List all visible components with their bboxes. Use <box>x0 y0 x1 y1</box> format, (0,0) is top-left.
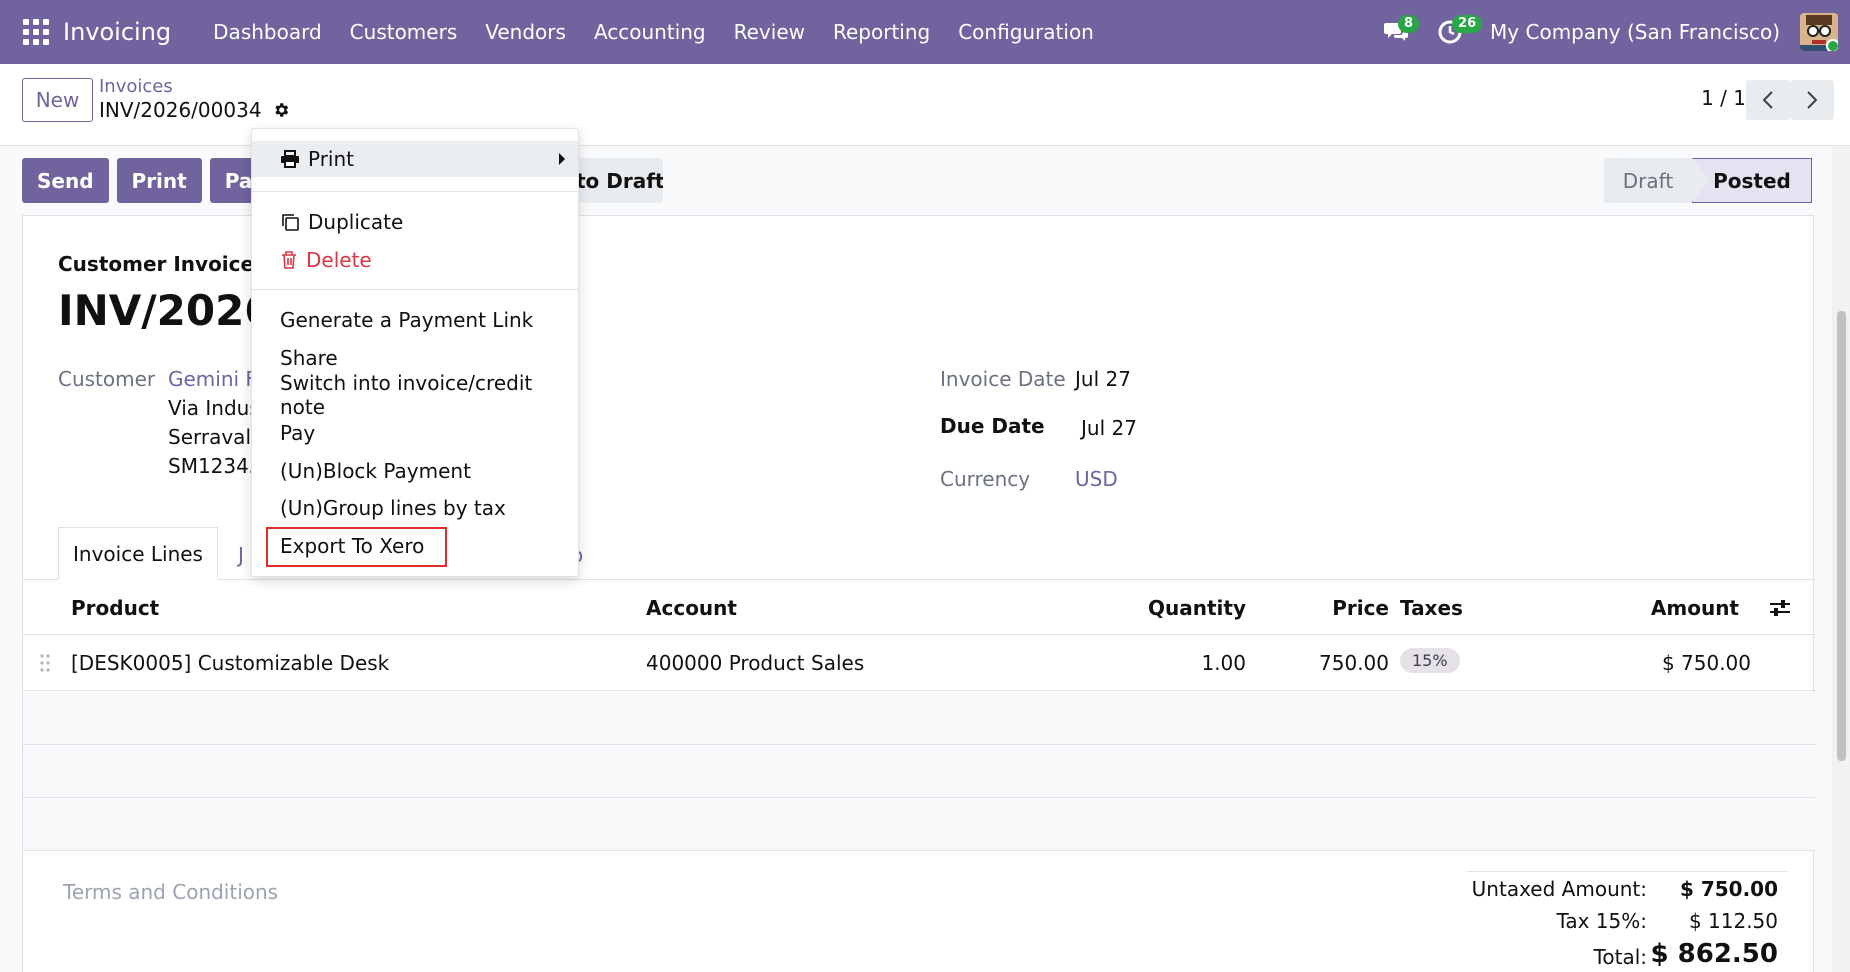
main-menu: Dashboard Customers Vendors Accounting R… <box>199 20 1108 44</box>
column-quantity[interactable]: Quantity <box>1148 596 1246 620</box>
line-quantity[interactable]: 1.00 <box>1201 651 1246 675</box>
page-scrollbar[interactable] <box>1832 146 1850 972</box>
table-row[interactable]: [DESK0005] Customizable Desk 400000 Prod… <box>23 636 1815 691</box>
lines-table-header: Product Account Quantity Price Taxes Amo… <box>23 580 1815 635</box>
online-status-icon <box>1826 39 1838 51</box>
menu-item-group-lines[interactable]: (Un)Group lines by tax <box>252 491 578 525</box>
empty-row[interactable] <box>23 745 1815 798</box>
messages-count-badge: 8 <box>1398 15 1420 33</box>
total-value: $ 862.50 <box>1650 939 1778 969</box>
line-account[interactable]: 400000 Product Sales <box>646 651 864 675</box>
status-draft[interactable]: Draft <box>1604 158 1692 203</box>
export-xero-highlight-box <box>266 527 447 567</box>
send-button[interactable]: Send <box>22 158 109 203</box>
due-date-value[interactable]: Jul 27 <box>1081 416 1137 440</box>
optional-columns-icon[interactable] <box>1769 598 1791 618</box>
total-label: Total: <box>1593 945 1647 969</box>
new-button[interactable]: New <box>22 78 93 122</box>
customer-address-line3: SM12345 <box>168 454 262 478</box>
activities-count-badge: 26 <box>1452 15 1483 33</box>
chevron-left-icon <box>1762 91 1773 109</box>
menu-item-payment-link[interactable]: Generate a Payment Link <box>252 303 578 337</box>
totals-divider <box>1467 871 1787 872</box>
column-product[interactable]: Product <box>71 596 159 620</box>
pager-next-button[interactable] <box>1790 80 1834 120</box>
pager-value: 1 / 1 <box>1701 86 1746 110</box>
chevron-right-icon <box>1807 91 1818 109</box>
record-name: INV/2026/00034 <box>99 98 262 122</box>
trash-icon <box>280 250 298 270</box>
gear-actions-dropdown: Print Duplicate Delete Generate a Paymen… <box>251 128 579 577</box>
menu-item-delete[interactable]: Delete <box>252 243 578 277</box>
empty-row[interactable] <box>23 692 1815 745</box>
column-taxes[interactable]: Taxes <box>1400 596 1463 620</box>
drag-handle-icon[interactable] <box>40 654 50 672</box>
tax-value: $ 112.50 <box>1688 909 1778 933</box>
pager-previous-button[interactable] <box>1746 80 1790 120</box>
tax-label: Tax 15%: <box>1556 909 1647 933</box>
tab-invoice-lines[interactable]: Invoice Lines <box>58 527 218 580</box>
untaxed-amount-label: Untaxed Amount: <box>1471 877 1647 901</box>
activities-button[interactable]: 26 <box>1430 12 1483 52</box>
breadcrumb-invoices[interactable]: Invoices <box>99 76 173 97</box>
status-posted-label: Posted <box>1713 168 1791 193</box>
line-product[interactable]: [DESK0005] Customizable Desk <box>71 651 389 675</box>
scrollbar-thumb[interactable] <box>1837 311 1846 761</box>
print-button[interactable]: Print <box>116 158 202 203</box>
invoice-date-label: Invoice Date <box>940 367 1066 391</box>
menu-item-duplicate-label: Duplicate <box>308 210 404 234</box>
user-avatar[interactable] <box>1800 13 1838 51</box>
breadcrumb-current: INV/2026/00034 <box>99 98 290 122</box>
menu-dashboard[interactable]: Dashboard <box>199 20 336 44</box>
menu-item-pay[interactable]: Pay <box>252 416 578 450</box>
line-amount: $ 750.00 <box>1661 651 1751 675</box>
caret-right-icon <box>559 153 565 165</box>
line-tax-badge[interactable]: 15% <box>1400 648 1460 673</box>
app-menu-icon[interactable] <box>23 19 49 45</box>
company-switcher[interactable]: My Company (San Francisco) <box>1490 20 1780 44</box>
menu-item-block-payment[interactable]: (Un)Block Payment <box>252 454 578 488</box>
messages-button[interactable]: 8 <box>1376 12 1420 52</box>
due-date-label: Due Date <box>940 414 1045 438</box>
column-amount[interactable]: Amount <box>1651 596 1739 620</box>
menu-customers[interactable]: Customers <box>336 20 472 44</box>
status-posted[interactable]: Posted <box>1692 158 1812 203</box>
tab-journal-items[interactable]: J <box>238 543 244 567</box>
printer-icon <box>280 150 300 168</box>
currency-label: Currency <box>940 467 1031 491</box>
customer-address-line1: Via Indus <box>168 396 260 420</box>
app-name[interactable]: Invoicing <box>63 18 171 46</box>
menu-vendors[interactable]: Vendors <box>471 20 580 44</box>
menu-item-share[interactable]: Share <box>252 341 578 375</box>
status-arrow-shape <box>1692 158 1710 202</box>
action-buttons: Send Print Pay <box>22 158 280 203</box>
currency-value[interactable]: USD <box>1075 467 1118 491</box>
menu-divider <box>252 191 578 192</box>
menu-accounting[interactable]: Accounting <box>580 20 720 44</box>
document-type: Customer Invoice <box>58 252 255 276</box>
invoice-date-value[interactable]: Jul 27 <box>1075 367 1131 391</box>
menu-item-print[interactable]: Print <box>252 141 578 177</box>
gear-icon[interactable] <box>272 101 290 119</box>
menu-divider <box>252 289 578 290</box>
menu-item-duplicate[interactable]: Duplicate <box>252 205 578 239</box>
line-price[interactable]: 750.00 <box>1319 651 1389 675</box>
menu-reporting[interactable]: Reporting <box>819 20 944 44</box>
customer-label: Customer <box>58 367 156 391</box>
untaxed-amount-value: $ 750.00 <box>1679 877 1778 901</box>
menu-item-print-label: Print <box>308 147 355 171</box>
column-account[interactable]: Account <box>646 596 737 620</box>
reset-to-draft-button[interactable]: to Draft <box>566 158 663 203</box>
menu-item-delete-label: Delete <box>306 248 372 272</box>
status-bar: Draft Posted <box>1604 158 1812 203</box>
empty-row[interactable] <box>23 798 1815 851</box>
menu-review[interactable]: Review <box>720 20 819 44</box>
top-navbar: Invoicing Dashboard Customers Vendors Ac… <box>0 0 1850 64</box>
terms-and-conditions-field[interactable]: Terms and Conditions <box>63 880 278 904</box>
column-price[interactable]: Price <box>1332 596 1389 620</box>
menu-configuration[interactable]: Configuration <box>944 20 1108 44</box>
copy-icon <box>280 212 300 232</box>
menu-item-switch-invoice[interactable]: Switch into invoice/credit note <box>252 371 578 419</box>
